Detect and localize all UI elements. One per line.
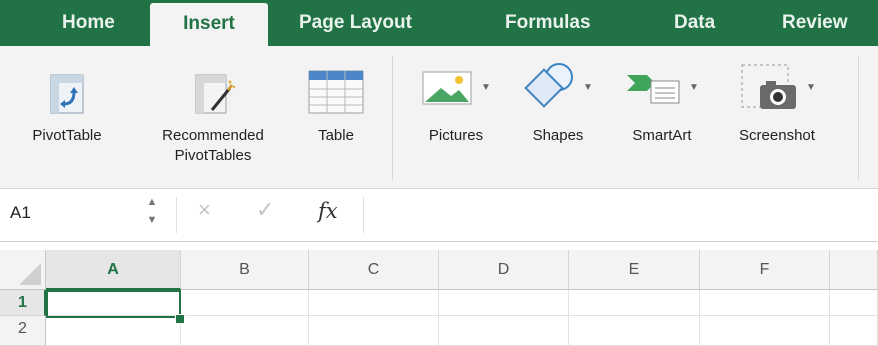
shapes-label: Shapes: [532, 127, 584, 144]
column-header-b[interactable]: B: [181, 250, 309, 290]
column-header-d[interactable]: D: [439, 250, 569, 290]
cell[interactable]: [46, 316, 181, 346]
cell[interactable]: [439, 316, 569, 346]
cell[interactable]: [439, 290, 569, 316]
select-all-corner[interactable]: [0, 250, 46, 290]
cancel-icon[interactable]: ×: [198, 197, 211, 223]
screenshot-button[interactable]: ▼ Screenshot: [714, 60, 840, 146]
table-icon: [308, 60, 364, 114]
cell[interactable]: [830, 316, 878, 346]
ribbon-tab-bar: Home Insert Page Layout Formulas Data Re…: [0, 0, 878, 46]
screenshot-label: Screenshot: [739, 127, 815, 144]
chevron-down-icon: ▼: [146, 214, 158, 226]
column-header-next[interactable]: [830, 250, 878, 290]
pivottable-icon: [50, 60, 84, 114]
formula-bar-divider: [363, 197, 364, 233]
tab-formulas[interactable]: Formulas: [505, 0, 591, 46]
shapes-button[interactable]: ▼ Shapes: [512, 60, 604, 146]
cell[interactable]: [569, 316, 700, 346]
cell[interactable]: [181, 290, 309, 316]
smartart-label: SmartArt: [632, 127, 692, 144]
smartart-icon: ▼: [625, 60, 699, 114]
pictures-button[interactable]: ▼ Pictures: [406, 60, 506, 146]
table-button[interactable]: Table: [300, 60, 372, 146]
column-header-c[interactable]: C: [309, 250, 439, 290]
row-header-1[interactable]: 1: [0, 290, 46, 316]
worksheet-grid: A B C D E F 1 2: [0, 242, 878, 346]
shapes-icon: ▼: [523, 60, 593, 114]
chevron-up-icon: ▲: [146, 196, 158, 208]
tab-review[interactable]: Review: [782, 0, 847, 46]
insert-function-button[interactable]: fx: [318, 199, 338, 223]
fill-handle[interactable]: [175, 314, 185, 324]
tab-page-layout[interactable]: Page Layout: [299, 0, 412, 46]
ribbon-group-separator: [392, 56, 393, 180]
recommended-pivottables-button[interactable]: Recommended PivotTables: [134, 60, 292, 166]
row-header-2[interactable]: 2: [0, 316, 46, 346]
cell[interactable]: [830, 290, 878, 316]
recommended-pivottables-label: Recommended PivotTables: [162, 127, 264, 164]
name-box[interactable]: A1: [10, 203, 31, 223]
tab-data[interactable]: Data: [674, 0, 715, 46]
formula-bar-divider: [176, 197, 177, 233]
tab-home[interactable]: Home: [62, 0, 115, 46]
name-box-stepper[interactable]: ▲ ▼: [145, 195, 159, 229]
cell[interactable]: [700, 290, 830, 316]
cell[interactable]: [700, 316, 830, 346]
recommended-pivottables-icon: [190, 60, 236, 114]
column-header-e[interactable]: E: [569, 250, 700, 290]
cell[interactable]: [309, 316, 439, 346]
table-label: Table: [318, 127, 354, 144]
column-header-a[interactable]: A: [46, 250, 181, 290]
column-header-f[interactable]: F: [700, 250, 830, 290]
formula-bar: A1 ▲ ▼ × ✓ fx: [0, 189, 878, 242]
enter-icon[interactable]: ✓: [256, 197, 274, 223]
pictures-icon: ▼: [421, 60, 491, 114]
active-cell-a1[interactable]: [46, 290, 181, 318]
tab-insert[interactable]: Insert: [150, 3, 268, 46]
pictures-label: Pictures: [428, 127, 484, 144]
cell[interactable]: [569, 290, 700, 316]
pivottable-button[interactable]: PivotTable: [18, 60, 116, 146]
cell[interactable]: [309, 290, 439, 316]
screenshot-icon: ▼: [738, 60, 816, 114]
ribbon-group-separator: [858, 56, 859, 180]
pivottable-label: PivotTable: [32, 127, 102, 144]
smartart-button[interactable]: ▼ SmartArt: [612, 60, 712, 146]
insert-ribbon: PivotTable Recommended PivotTables Table…: [0, 46, 878, 189]
cell[interactable]: [181, 316, 309, 346]
